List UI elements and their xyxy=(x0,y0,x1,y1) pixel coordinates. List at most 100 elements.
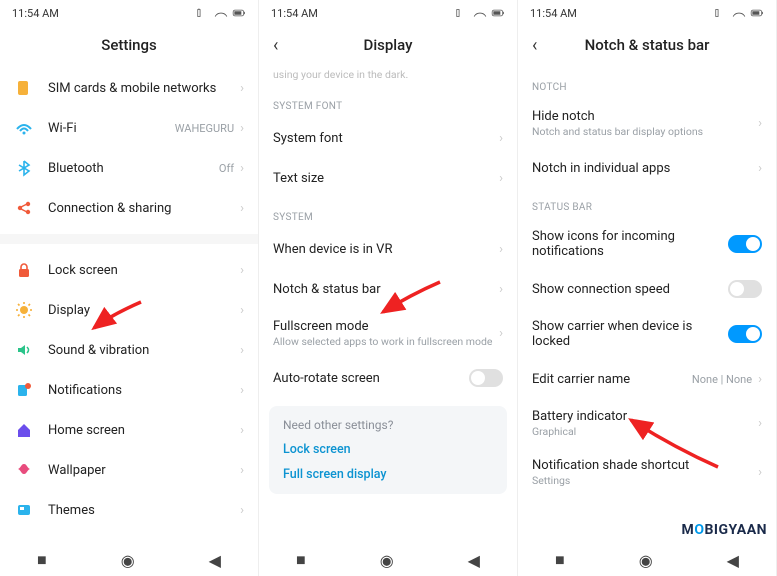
themes-row[interactable]: Themes › xyxy=(0,490,258,530)
vr-row[interactable]: When device is in VR › xyxy=(259,229,517,269)
need-lock-screen-link[interactable]: Lock screen xyxy=(283,442,493,457)
system-font-row[interactable]: System font › xyxy=(259,118,517,158)
header: Settings xyxy=(0,26,258,68)
section-notch: NOTCH xyxy=(518,68,776,99)
sim-row[interactable]: SIM cards & mobile networks › xyxy=(0,68,258,108)
recents-button[interactable]: ■ xyxy=(296,550,306,570)
divider xyxy=(0,234,258,244)
back-button[interactable]: ◀ xyxy=(727,551,739,570)
page-title: Display xyxy=(364,36,413,54)
edit-carrier-name-row[interactable]: Edit carrier name None | None › xyxy=(518,359,776,399)
chevron-right-icon: › xyxy=(240,423,244,438)
chevron-right-icon: › xyxy=(499,171,503,186)
chevron-right-icon: › xyxy=(240,463,244,478)
connection-sharing-row[interactable]: Connection & sharing › xyxy=(0,188,258,228)
header: ‹ Notch & status bar xyxy=(518,26,776,68)
notification-shade-shortcut-row[interactable]: Notification shade shortcut Settings › xyxy=(518,448,776,497)
status-icons xyxy=(714,7,764,19)
chevron-right-icon: › xyxy=(240,343,244,358)
notifications-icon xyxy=(14,380,34,400)
status-bar: 11:54 AM xyxy=(0,0,258,26)
section-system: SYSTEM xyxy=(259,198,517,229)
status-bar: 11:54 AM xyxy=(518,0,776,26)
watermark: MOBIGYAAN xyxy=(682,522,767,538)
sound-row[interactable]: Sound & vibration › xyxy=(0,330,258,370)
chevron-right-icon: › xyxy=(499,282,503,297)
section-system-font: SYSTEM FONT xyxy=(259,87,517,118)
need-other-settings: Need other settings? Lock screen Full sc… xyxy=(269,406,507,494)
incoming-notifications-toggle[interactable] xyxy=(728,235,762,253)
home-screen-row[interactable]: Home screen › xyxy=(0,410,258,450)
sound-icon xyxy=(14,340,34,360)
chevron-right-icon: › xyxy=(758,465,762,480)
chevron-right-icon: › xyxy=(240,263,244,278)
connection-speed-toggle[interactable] xyxy=(728,280,762,298)
status-icons xyxy=(196,7,246,19)
fullscreen-mode-row[interactable]: Fullscreen mode Allow selected apps to w… xyxy=(259,309,517,358)
recents-button[interactable]: ■ xyxy=(37,550,47,570)
chevron-right-icon: › xyxy=(499,131,503,146)
nav-bar: ■ ◉ ◀ xyxy=(259,544,517,576)
auto-rotate-row[interactable]: Auto-rotate screen xyxy=(259,358,517,398)
back-icon[interactable]: ‹ xyxy=(273,35,278,56)
lock-screen-row[interactable]: Lock screen › xyxy=(0,250,258,290)
chevron-right-icon: › xyxy=(240,303,244,318)
settings-screen: 11:54 AM Settings SIM cards & mobile net… xyxy=(0,0,259,576)
page-title: Settings xyxy=(101,36,157,54)
notifications-row[interactable]: Notifications › xyxy=(0,370,258,410)
carrier-locked-toggle[interactable] xyxy=(728,325,762,343)
battery-indicator-row[interactable]: Battery indicator Graphical › xyxy=(518,399,776,448)
chevron-right-icon: › xyxy=(240,81,244,96)
incoming-notifications-row[interactable]: Show icons for incoming notifications xyxy=(518,219,776,269)
chevron-right-icon: › xyxy=(240,503,244,518)
back-button[interactable]: ◀ xyxy=(468,551,480,570)
wallpaper-row[interactable]: Wallpaper › xyxy=(0,450,258,490)
back-button[interactable]: ◀ xyxy=(209,551,221,570)
lock-icon xyxy=(14,260,34,280)
clock: 11:54 AM xyxy=(12,7,59,20)
display-screen: 11:54 AM ‹ Display using your device in … xyxy=(259,0,518,576)
chevron-right-icon: › xyxy=(758,372,762,387)
chevron-right-icon: › xyxy=(499,242,503,257)
faded-text: using your device in the dark. xyxy=(259,68,517,87)
chevron-right-icon: › xyxy=(240,383,244,398)
wifi-icon xyxy=(14,118,34,138)
display-row[interactable]: Display › xyxy=(0,290,258,330)
display-icon xyxy=(14,300,34,320)
recents-button[interactable]: ■ xyxy=(555,550,565,570)
chevron-right-icon: › xyxy=(240,161,244,176)
home-button[interactable]: ◉ xyxy=(121,551,135,570)
nav-bar: ■ ◉ ◀ xyxy=(0,544,258,576)
clock: 11:54 AM xyxy=(530,7,577,20)
notch-status-bar-row[interactable]: Notch & status bar › xyxy=(259,269,517,309)
need-full-screen-link[interactable]: Full screen display xyxy=(283,467,493,482)
carrier-locked-row[interactable]: Show carrier when device is locked xyxy=(518,309,776,359)
page-title: Notch & status bar xyxy=(585,36,710,54)
section-status-bar: STATUS BAR xyxy=(518,188,776,219)
hide-notch-row[interactable]: Hide notch Notch and status bar display … xyxy=(518,99,776,148)
home-button[interactable]: ◉ xyxy=(639,551,653,570)
chevron-right-icon: › xyxy=(758,161,762,176)
share-icon xyxy=(14,198,34,218)
notch-individual-apps-row[interactable]: Notch in individual apps › xyxy=(518,148,776,188)
wallpaper-icon xyxy=(14,460,34,480)
home-icon xyxy=(14,420,34,440)
text-size-row[interactable]: Text size › xyxy=(259,158,517,198)
need-question: Need other settings? xyxy=(283,418,493,432)
connection-speed-row[interactable]: Show connection speed xyxy=(518,269,776,309)
auto-rotate-toggle[interactable] xyxy=(469,369,503,387)
sim-icon xyxy=(14,78,34,98)
clock: 11:54 AM xyxy=(271,7,318,20)
home-button[interactable]: ◉ xyxy=(380,551,394,570)
chevron-right-icon: › xyxy=(240,201,244,216)
themes-icon xyxy=(14,500,34,520)
notch-status-bar-screen: 11:54 AM ‹ Notch & status bar NOTCH Hide… xyxy=(518,0,777,576)
wifi-row[interactable]: Wi-Fi WAHEGURU › xyxy=(0,108,258,148)
back-icon[interactable]: ‹ xyxy=(532,35,537,56)
chevron-right-icon: › xyxy=(499,326,503,341)
nav-bar: ■ ◉ ◀ xyxy=(518,544,776,576)
bluetooth-row[interactable]: Bluetooth Off › xyxy=(0,148,258,188)
chevron-right-icon: › xyxy=(758,116,762,131)
chevron-right-icon: › xyxy=(240,121,244,136)
bluetooth-icon xyxy=(14,158,34,178)
